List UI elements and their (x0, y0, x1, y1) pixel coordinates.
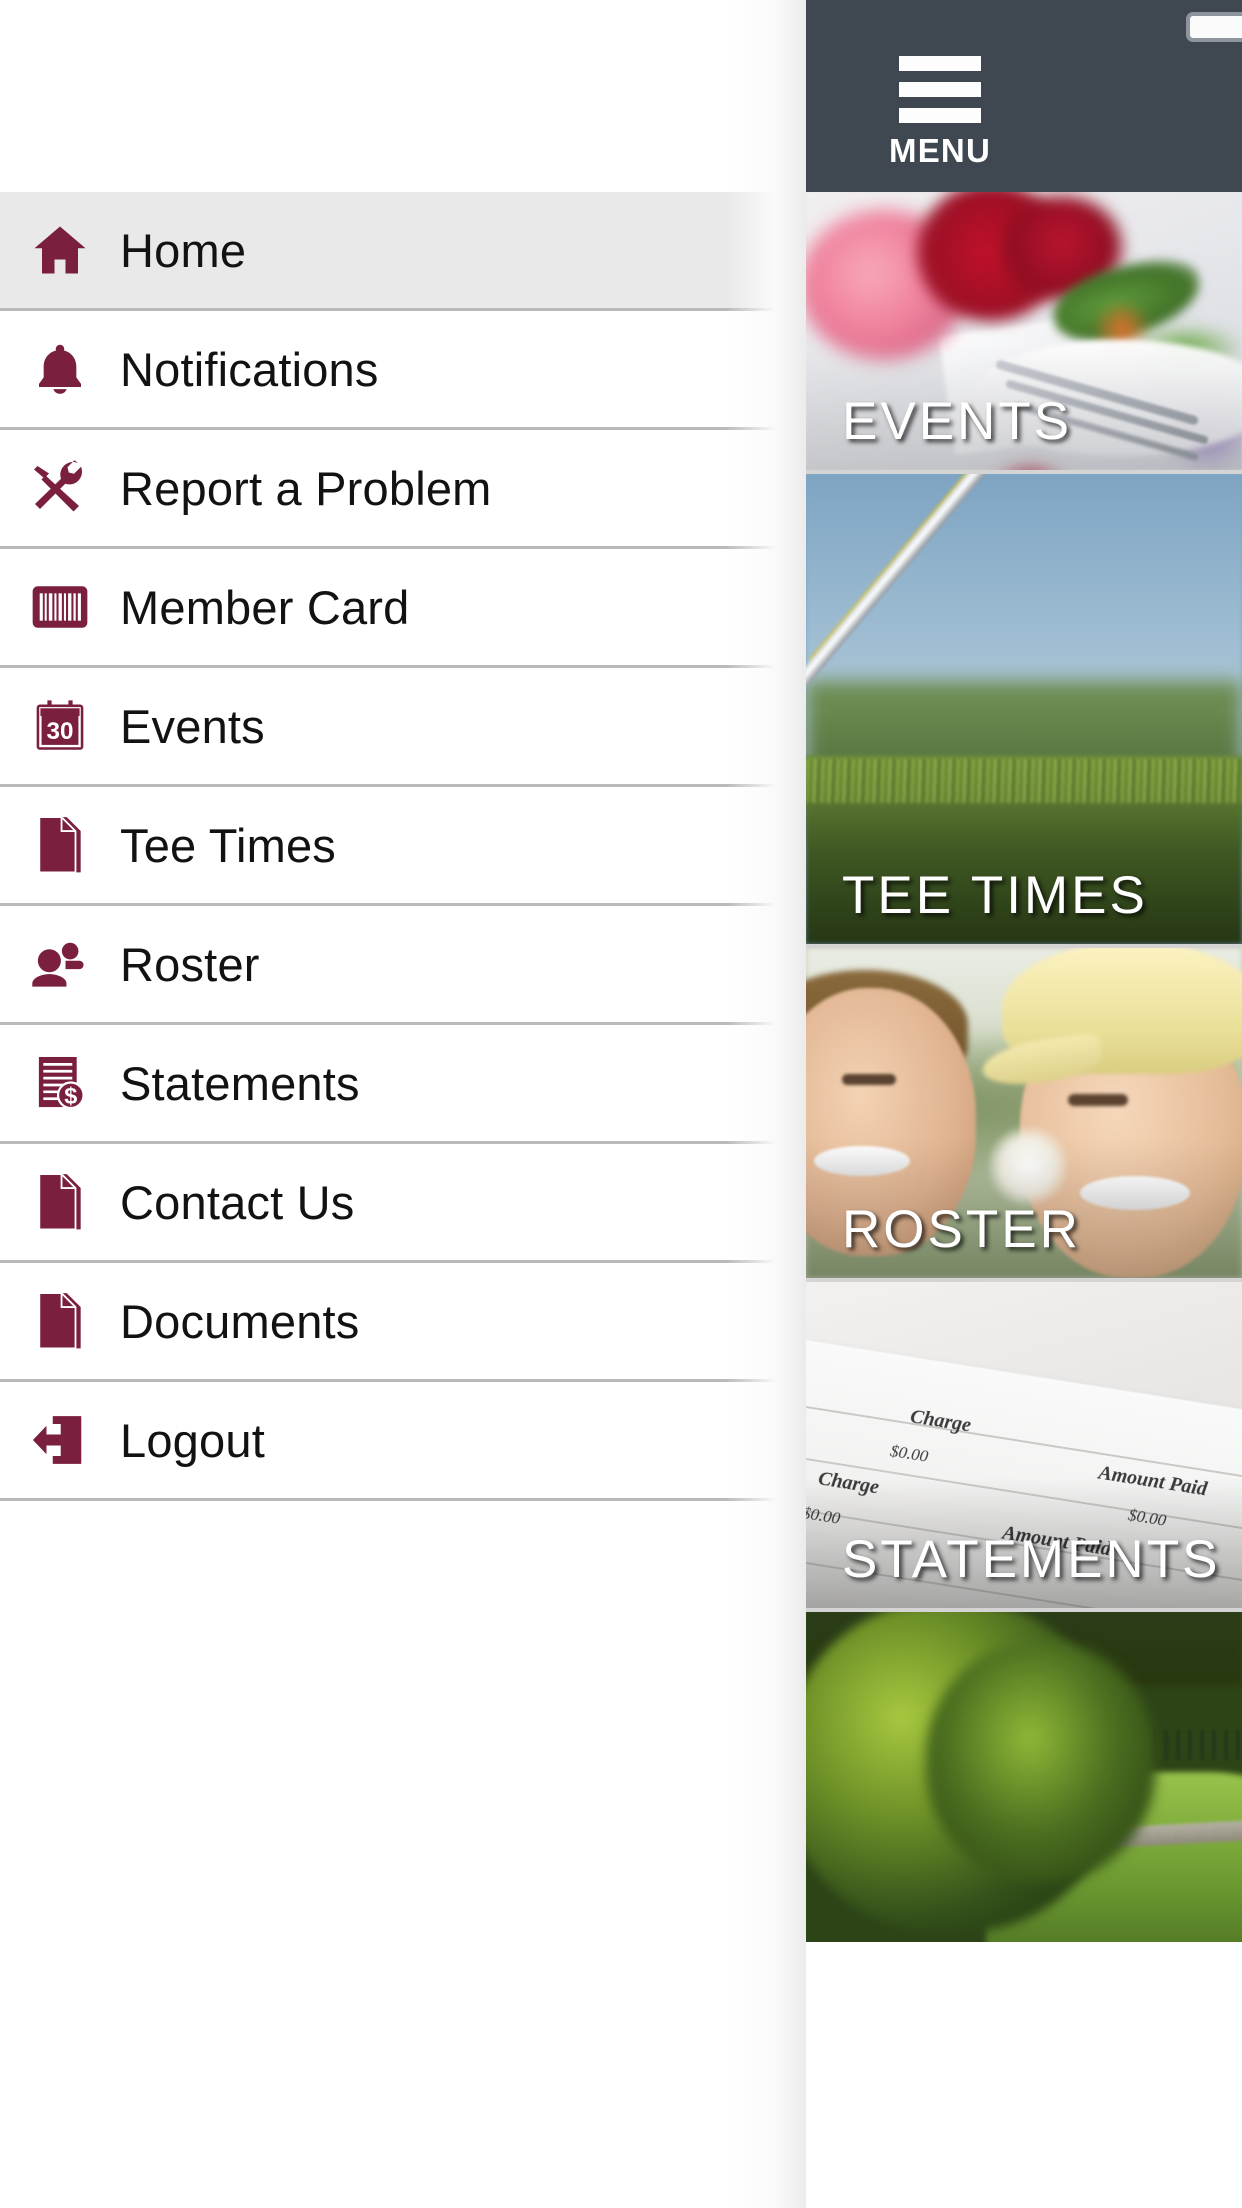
drawer-item-events[interactable]: 30 Events (0, 668, 806, 787)
barcode-icon (0, 548, 120, 667)
tile-roster[interactable]: ROSTER (806, 948, 1242, 1278)
document-icon (0, 786, 120, 905)
golf-course-photo (806, 1612, 1242, 1942)
menu-button[interactable]: MENU (870, 56, 1010, 167)
drawer-item-statements[interactable]: $ Statements (0, 1025, 806, 1144)
drawer-item-label: Contact Us (120, 1175, 355, 1229)
tile-statements[interactable]: Charge $0.00 Amount Paid $0.00 Charge $0… (806, 1282, 1242, 1608)
menu-label: MENU (889, 132, 991, 169)
tile-golf-course[interactable] (806, 1612, 1242, 1942)
tile-label-roster: ROSTER (842, 1200, 1081, 1259)
invoice-icon: $ (0, 1024, 120, 1143)
tile-label-statements: STATEMENTS (842, 1530, 1221, 1589)
battery-icon (1186, 12, 1242, 42)
drawer-item-label: Home (120, 223, 247, 277)
tile-label-events: EVENTS (842, 392, 1073, 451)
logout-icon (0, 1381, 120, 1500)
drawer-item-roster[interactable]: Roster (0, 906, 806, 1025)
app-screen: MENU EVENTS TEE TIMES ROSTER STATEMENTS … (0, 0, 1242, 2208)
drawer-item-logout[interactable]: Logout (0, 1382, 806, 1501)
people-icon (0, 905, 120, 1024)
drawer-item-documents[interactable]: Documents (0, 1263, 806, 1382)
svg-text:30: 30 (47, 718, 74, 745)
drawer-item-contact-us[interactable]: Contact Us (0, 1144, 806, 1263)
document-icon (0, 1262, 120, 1381)
bell-icon (0, 310, 120, 429)
drawer-item-tee-times[interactable]: Tee Times (0, 787, 806, 906)
drawer-item-member-card[interactable]: Member Card (0, 549, 806, 668)
hamburger-bar-3 (899, 108, 981, 123)
tile-tee-times[interactable]: TEE TIMES (806, 474, 1242, 944)
hamburger-bar-2 (899, 82, 981, 97)
drawer-item-notifications[interactable]: Notifications (0, 311, 806, 430)
tools-icon (0, 429, 120, 548)
drawer-menu-list: Home Notifications Report a Problem Memb… (0, 192, 806, 1501)
app-content-panel: MENU EVENTS TEE TIMES ROSTER STATEMENTS (806, 0, 1242, 2208)
tile-label-tee-times: TEE TIMES (842, 866, 1148, 925)
home-icon (0, 191, 120, 310)
drawer-item-label: Roster (120, 937, 260, 991)
drawer-item-label: Statements (120, 1056, 360, 1110)
drawer-item-label: Report a Problem (120, 461, 492, 515)
app-bar: MENU (806, 0, 1242, 192)
calendar-icon: 30 (0, 667, 120, 786)
svg-text:$: $ (64, 1083, 77, 1109)
status-bar (806, 0, 1242, 46)
hamburger-bar-1 (899, 56, 981, 71)
drawer-item-home[interactable]: Home (0, 192, 806, 311)
drawer-item-label: Logout (120, 1413, 265, 1467)
drawer-item-label: Documents (120, 1294, 360, 1348)
document-icon (0, 1143, 120, 1262)
drawer-item-label: Notifications (120, 342, 379, 396)
drawer-item-report-a-problem[interactable]: Report a Problem (0, 430, 806, 549)
drawer-item-label: Tee Times (120, 818, 336, 872)
navigation-drawer: Home Notifications Report a Problem Memb… (0, 0, 806, 2208)
drawer-item-label: Member Card (120, 580, 410, 634)
tile-events[interactable]: EVENTS (806, 192, 1242, 470)
drawer-item-label: Events (120, 699, 265, 753)
